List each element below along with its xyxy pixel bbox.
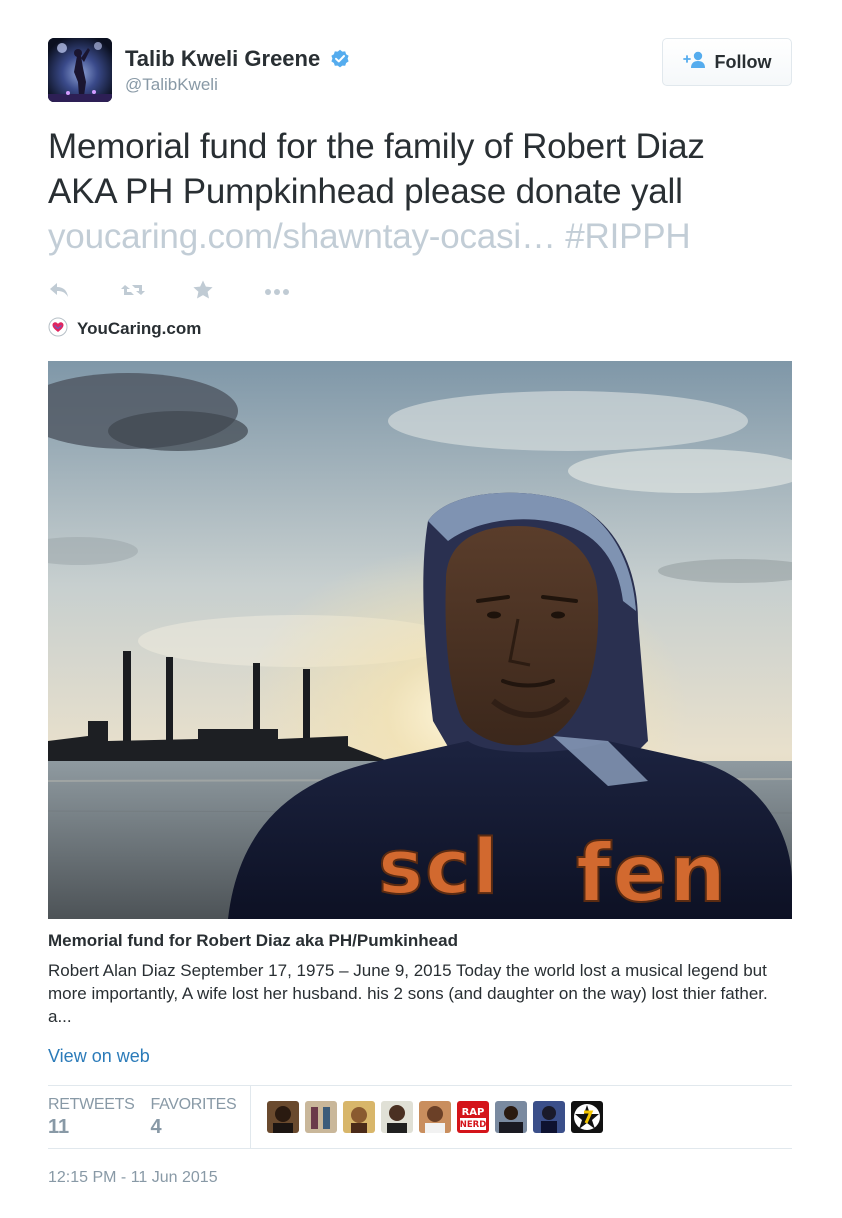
card-title[interactable]: Memorial fund for Robert Diaz aka PH/Pum… (48, 931, 792, 951)
retweets-label: RETWEETS (48, 1095, 135, 1113)
retweet-button[interactable] (120, 277, 192, 307)
more-dots-icon (264, 283, 290, 301)
more-button[interactable] (264, 277, 336, 307)
favoriter-avatar-9[interactable] (571, 1101, 604, 1133)
favoriter-avatar-5[interactable] (419, 1101, 452, 1133)
follow-button[interactable]: Follow (662, 38, 792, 86)
tweet-hashtag[interactable]: #RIPPH (565, 217, 690, 256)
favorites-label: FAVORITES (150, 1095, 237, 1113)
favorite-button[interactable] (192, 277, 264, 307)
card-description: Robert Alan Diaz September 17, 1975 – Ju… (48, 961, 768, 1026)
favorites-stat[interactable]: FAVORITES 4 (151, 1096, 237, 1139)
user-handle[interactable]: @TalibKweli (125, 75, 350, 95)
tweet-text: Memorial fund for the family of Robert D… (48, 124, 792, 259)
youcaring-logo-icon (48, 317, 68, 342)
tweet-actions (48, 277, 792, 307)
user-name-block[interactable]: Talib Kweli Greene @TalibKweli (125, 46, 350, 95)
view-on-web-link[interactable]: View on web (48, 1046, 150, 1067)
tweet-stats: RETWEETS 11 FAVORITES 4 RAP NERD (48, 1085, 792, 1149)
favoriter-avatar-rap-nerd[interactable]: RAP NERD (457, 1101, 490, 1133)
favoriter-avatar-3[interactable] (343, 1101, 376, 1133)
verified-badge-icon (330, 49, 350, 69)
retweets-stat[interactable]: RETWEETS 11 (48, 1096, 135, 1139)
display-name[interactable]: Talib Kweli Greene (125, 46, 320, 72)
user-avatar[interactable] (48, 38, 112, 102)
reply-icon (48, 281, 70, 304)
tweet-text-line-2: AKA PH Pumpkinhead please donate yall (48, 172, 683, 211)
favoriter-avatar-8[interactable] (533, 1101, 566, 1133)
rap-nerd-top: RAP (462, 1107, 485, 1118)
card-source[interactable]: YouCaring.com (48, 315, 792, 343)
svg-text:scl: scl (378, 822, 500, 911)
rap-nerd-bottom: NERD (460, 1120, 487, 1130)
favoriter-avatar-1[interactable] (267, 1101, 300, 1133)
tweet-text-line-1: Memorial fund for the family of Robert D… (48, 127, 705, 166)
tweet-timestamp[interactable]: 12:15 PM - 11 Jun 2015 (48, 1169, 792, 1187)
favoriter-avatar-4[interactable] (381, 1101, 414, 1133)
tweet-link[interactable]: youcaring.com/shawntay-ocasi… (48, 217, 556, 256)
svg-text:fen: fen (576, 827, 728, 919)
tweet-card: Talib Kweli Greene @TalibKweli Follow Me… (48, 38, 792, 1187)
retweet-icon (120, 281, 146, 304)
reply-button[interactable] (48, 277, 120, 307)
retweets-count: 11 (48, 1115, 70, 1138)
source-name[interactable]: YouCaring.com (77, 319, 201, 339)
favorites-count: 4 (150, 1115, 162, 1138)
favoriter-avatar-7[interactable] (495, 1101, 528, 1133)
stats-divider (250, 1086, 252, 1148)
tweet-text-line-3: youcaring.com/shawntay-ocasi… #RIPPH (48, 214, 792, 259)
memorial-photo[interactable]: scl fen (48, 361, 792, 919)
favoriter-avatars: RAP NERD (267, 1101, 604, 1133)
tweet-header: Talib Kweli Greene @TalibKweli Follow (48, 38, 792, 102)
add-user-icon (682, 51, 707, 74)
favoriter-avatar-2[interactable] (305, 1101, 338, 1133)
follow-button-label: Follow (714, 51, 772, 72)
favorite-star-icon (192, 280, 214, 305)
